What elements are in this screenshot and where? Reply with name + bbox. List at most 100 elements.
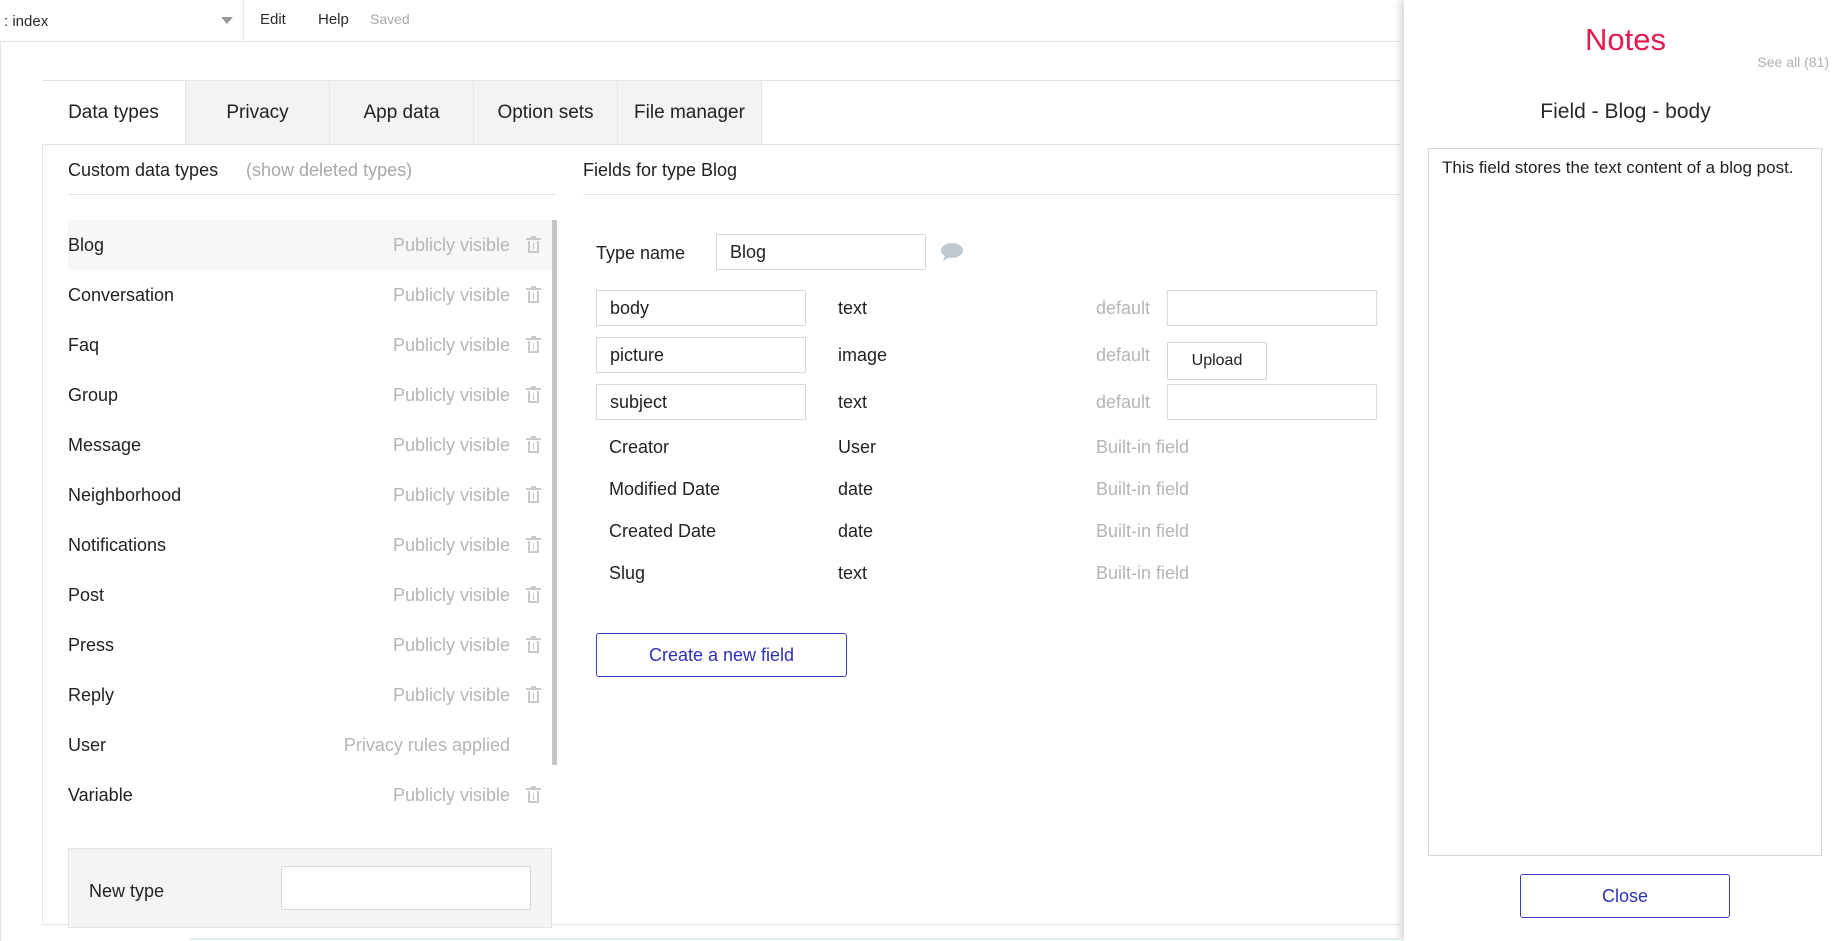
type-visibility: Publicly visible xyxy=(392,334,510,355)
notes-panel: Notes See all (81) Field - Blog - body T… xyxy=(1404,0,1847,941)
chevron-down-icon xyxy=(221,17,233,24)
type-visibility: Publicly visible xyxy=(392,284,510,305)
type-row-reply[interactable]: Reply Publicly visible xyxy=(68,670,552,720)
trash-icon[interactable] xyxy=(526,536,541,553)
type-name: Blog xyxy=(68,234,105,255)
canvas-edge xyxy=(0,42,1,941)
new-type-input[interactable] xyxy=(281,866,531,910)
tab-label: Privacy xyxy=(226,102,289,123)
tab-divider xyxy=(42,144,1400,145)
tab-app-data[interactable]: App data xyxy=(330,80,474,145)
trash-icon[interactable] xyxy=(526,636,541,653)
tab-label: Option sets xyxy=(497,102,594,123)
default-value-input-body[interactable] xyxy=(1167,290,1377,326)
builtin-field-name: Slug xyxy=(609,563,646,583)
type-list: Blog Publicly visible Conversation Publicly… xyxy=(68,220,552,820)
field-name-input-subject[interactable]: subject xyxy=(596,384,806,420)
new-type-box: New type xyxy=(68,848,552,928)
type-visibility: Publicly visible xyxy=(392,684,510,705)
notes-title: Notes xyxy=(1585,22,1666,57)
type-visibility: Publicly visible xyxy=(392,484,510,505)
type-name: Variable xyxy=(68,784,133,805)
builtin-field-note: Built-in field xyxy=(1096,479,1190,499)
page-selector[interactable]: : index xyxy=(0,0,244,42)
type-row-message[interactable]: Message Publicly visible xyxy=(68,420,552,470)
builtin-field-note: Built-in field xyxy=(1096,521,1190,541)
builtin-field-note: Built-in field xyxy=(1096,437,1190,457)
builtin-field-type: date xyxy=(838,479,874,499)
field-default-label: default xyxy=(1096,345,1151,365)
builtin-field-note: Built-in field xyxy=(1096,563,1190,583)
type-name: Group xyxy=(68,384,119,405)
save-status: Saved xyxy=(370,11,410,27)
builtin-field-name: Created Date xyxy=(609,521,717,541)
field-default-label: default xyxy=(1096,392,1151,412)
trash-icon[interactable] xyxy=(526,786,541,803)
bottom-border xyxy=(190,938,1404,940)
type-row-variable[interactable]: Variable Publicly visible xyxy=(68,770,552,820)
custom-types-title: Custom data types xyxy=(68,160,219,180)
field-name-input-picture[interactable]: picture xyxy=(596,337,806,373)
type-name: Notifications xyxy=(68,534,167,555)
trash-icon[interactable] xyxy=(526,236,541,253)
see-all-notes-link[interactable]: See all (81) xyxy=(1757,54,1829,70)
type-visibility: Publicly visible xyxy=(392,584,510,605)
type-row-notifications[interactable]: Notifications Publicly visible xyxy=(68,520,552,570)
type-visibility: Publicly visible xyxy=(392,434,510,455)
note-subject: Field - Blog - body xyxy=(1540,100,1711,123)
tab-data-types[interactable]: Data types xyxy=(42,80,186,145)
type-row-user[interactable]: User Privacy rules applied xyxy=(68,720,552,770)
comment-icon[interactable] xyxy=(940,242,964,262)
close-button[interactable]: Close xyxy=(1520,874,1730,918)
builtin-field-name: Modified Date xyxy=(609,479,721,499)
note-textarea[interactable]: This field stores the text content of a … xyxy=(1428,148,1822,856)
tab-privacy[interactable]: Privacy xyxy=(186,80,330,145)
type-row-post[interactable]: Post Publicly visible xyxy=(68,570,552,620)
builtin-field-name: Creator xyxy=(609,437,670,457)
field-type-picture[interactable]: image xyxy=(838,345,887,366)
trash-icon[interactable] xyxy=(526,586,541,603)
type-row-blog[interactable]: Blog Publicly visible xyxy=(68,220,552,270)
type-visibility: Privacy rules applied xyxy=(343,734,510,755)
divider xyxy=(68,194,556,195)
field-name-input-body[interactable]: body xyxy=(596,290,806,326)
trash-icon[interactable] xyxy=(526,386,541,403)
type-name: Conversation xyxy=(68,284,175,305)
type-row-neighborhood[interactable]: Neighborhood Publicly visible xyxy=(68,470,552,520)
type-visibility: Publicly visible xyxy=(392,784,510,805)
menu-edit[interactable]: Edit xyxy=(260,11,286,28)
tab-label: App data xyxy=(363,102,440,123)
trash-icon[interactable] xyxy=(526,686,541,703)
trash-icon[interactable] xyxy=(526,286,541,303)
type-row-press[interactable]: Press Publicly visible xyxy=(68,620,552,670)
field-type-subject[interactable]: text xyxy=(838,392,867,413)
type-name: Press xyxy=(68,634,115,655)
tab-option-sets[interactable]: Option sets xyxy=(474,80,618,145)
type-name-input[interactable]: Blog xyxy=(716,234,926,270)
type-visibility: Publicly visible xyxy=(392,384,510,405)
type-list-scrollbar[interactable] xyxy=(552,220,557,765)
tab-file-manager[interactable]: File manager xyxy=(618,80,762,145)
builtin-field-type: date xyxy=(838,521,874,541)
menu-help[interactable]: Help xyxy=(318,11,349,28)
type-visibility: Publicly visible xyxy=(392,234,510,255)
show-deleted-types-link[interactable]: (show deleted types) xyxy=(246,160,412,181)
tab-label: Data types xyxy=(68,101,159,123)
type-name-label: Type name xyxy=(596,243,686,263)
trash-icon[interactable] xyxy=(526,486,541,503)
create-new-field-button[interactable]: Create a new field xyxy=(596,633,847,677)
type-name: Message xyxy=(68,434,142,455)
trash-icon[interactable] xyxy=(526,336,541,353)
type-name: Post xyxy=(68,584,105,605)
default-value-input-subject[interactable] xyxy=(1167,384,1377,420)
builtin-field-type: text xyxy=(838,563,868,583)
field-type-body[interactable]: text xyxy=(838,298,867,319)
top-bar: : index Edit Help Saved xyxy=(0,0,1400,42)
type-row-group[interactable]: Group Publicly visible xyxy=(68,370,552,420)
upload-button[interactable]: Upload xyxy=(1167,342,1267,380)
type-row-faq[interactable]: Faq Publicly visible xyxy=(68,320,552,370)
trash-icon[interactable] xyxy=(526,436,541,453)
type-row-conversation[interactable]: Conversation Publicly visible xyxy=(68,270,552,320)
divider xyxy=(583,194,1400,195)
field-default-label: default xyxy=(1096,298,1151,318)
